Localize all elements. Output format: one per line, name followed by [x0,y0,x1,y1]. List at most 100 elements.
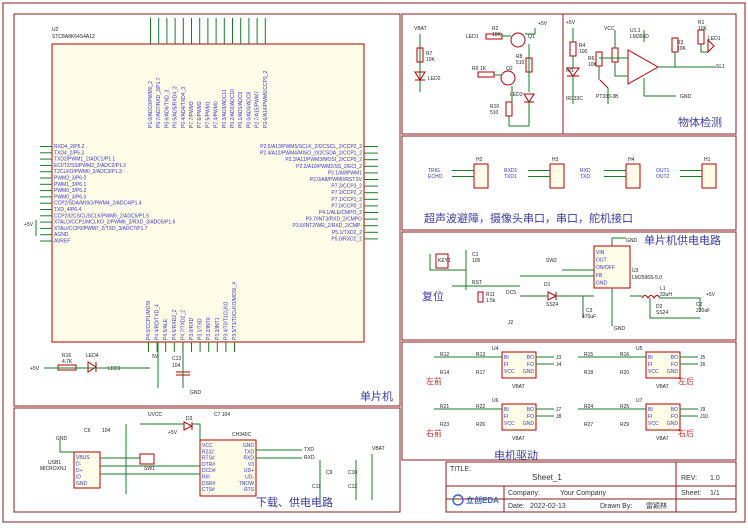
mcu-top-pin: P0.6/AD6/TXD_3 [164,89,170,128]
mcu-bottom-pin: P3.0/RXD [189,317,195,340]
section-title-power: 单片机供电电路 [644,233,721,247]
ch340-pin-left: R232 [202,449,214,455]
driver-pin-right: GND [667,421,679,427]
r1-val: 10K [698,26,708,32]
driver-connector: J10 [700,414,708,420]
d1-ref: D1 [544,282,551,288]
mcu-right-pin: P2.5/A13/PWM5/SCLK_2/I2CSCL_2/CCP2_2 [260,144,362,150]
mcu-right-pin: P5.1/TXD2_2 [332,230,362,236]
driver-pin-right: BO [527,355,534,361]
mcu-right-pin: P2.4/A12/PWM4/MISO_2/I2CSDA_2/CCP1_2 [260,151,362,157]
r9-ref: R9 [472,66,479,72]
driver-resistor: R29 [620,422,629,428]
pt-sensor [599,79,609,89]
connector-ref: H3 [552,157,559,163]
led1-net-d: LED1 [466,34,479,40]
title-block: TITLE: Sheet_1 REV: 1.0 Company: Your Co… [445,461,737,513]
driver-pin-right: FO [527,362,534,368]
driver-position-tag: 左后 [678,376,694,386]
ch340-pin-left: VCC [202,443,213,449]
section-title-connectors: 超声波避障，摄像头串口，串口，舵机接口 [424,211,633,225]
driver-pin-left: BI [504,355,509,361]
mcu-bottom-pin: P4.5/ALE [163,318,169,340]
ch340-pin-right: UD+ [244,468,254,474]
driver-connector: J9 [700,407,706,413]
ch340-pin-right: UD- [245,475,254,481]
c1-val: 105 [472,258,481,264]
ch340-pin-right: TXD [244,449,254,455]
ch340-pin-left: DTR# [202,462,215,468]
mcu-gnd: GND [190,390,202,396]
mcu-5v: 5V [152,354,159,360]
driver-resistor: R20 [620,370,629,376]
eda-logo-icon [452,494,464,506]
connector-pin-net: TXD [580,174,590,180]
usb-pin: D+ [76,468,83,474]
u3-pin: FB [596,273,603,279]
ch340-pin-right: TNOW [239,481,255,487]
mcu-vcc-net: +5V [24,222,34,228]
led3-diode [523,93,535,103]
driver-pin-left: BI [648,355,653,361]
driver-connector: J7 [556,407,562,413]
company-label: Company: [508,490,540,497]
mcu-part: STC8A8K64S4A12 [52,34,95,40]
driver-resistor: R26 [476,422,485,428]
c7-ref: C7 104 [214,412,230,418]
ch340-pin-right: RXD [243,456,254,462]
mcu-left-pin: ECI/T2/SS/PWM2_2/ADC2/P1.2 [54,163,126,169]
title-label: TITLE: [450,466,471,473]
rev-value: 1.0 [710,475,720,482]
r4-val: 100 [579,49,588,55]
driver-pin-left: FI [504,414,508,420]
connector-group: H2TRIGECHOH3RXD1TXD1H4RXDTXDH1OUT1OUT2 [428,157,717,189]
eda-logo-text: 立创EDA [466,495,499,505]
driver-resistor: R14 [440,370,449,376]
driver-ref: U7 [636,398,643,404]
r4-resistor [569,41,577,57]
mcu-right-pin: P4.1/ALE/CMPO_2 [319,210,362,216]
mcu-ref: U2 [52,27,59,33]
mcu-right-pin: P2.2/A10/PWM2/SS_2/ECI_2 [296,164,362,170]
j2-ref: J2 [508,320,514,326]
rst-net: RST [472,280,482,286]
mcu-top-pin: P0.3/AD3/ADC11 [222,89,228,128]
r11-resistor [477,291,484,303]
ch340-pin-right: GND [243,443,255,449]
driver-resistor: R27 [584,422,593,428]
driver-position-tag: 左前 [426,376,442,386]
connector-pin-net: ECHO [428,174,443,180]
detect-5v: +5V [566,20,576,26]
mcu-top-pin: P0.2/AD2/ADC10 [230,89,236,128]
mcu-top-pin: P0.5/AD5/RXD4_3 [173,86,179,128]
rev-label: REV: [681,475,697,482]
c13-val: 104 [172,363,181,369]
c9-ref: C9 [326,470,333,476]
driver-connector: J5 [700,355,706,361]
r8-val: 510 [516,60,525,66]
dl-vbat: VBAT [372,446,385,452]
r16-val: 4.7K [62,359,73,365]
sw1-switch [139,453,155,465]
sl-net: SL1 [716,64,725,70]
l1-val: 33uH [660,292,672,298]
driver-pin-left: BI [648,407,653,413]
mcu-right-pin: P7.2/CCP2_2 [331,190,362,196]
mcu-right-pin: P2.1/A9/PWM1 [328,170,362,176]
d3-diode [183,421,194,431]
driver-vbat: VBAT [512,384,525,390]
connector-header [473,163,489,189]
connector-ref: H4 [628,157,635,163]
c13-ref: C13 [172,356,181,362]
mcu-bottom-pin: P4.0/CCP1/MOSI [146,301,152,340]
mcu-left-pin: TXD2/PWM1_2/ADC1/P1.1 [54,157,115,163]
driver-connector: J6 [700,362,706,368]
sheet-label: Sheet: [681,490,701,497]
connector-pin-net: TXD1 [504,174,517,180]
ir1-part: IR333C [566,96,583,102]
d1-diode [547,291,558,301]
connector-ref: H1 [704,157,711,163]
q1-ref: Q1 [528,34,535,40]
led4-vcc: +5V [30,366,40,372]
mcu-top-pin: P7.5/PWM1 [205,101,211,128]
